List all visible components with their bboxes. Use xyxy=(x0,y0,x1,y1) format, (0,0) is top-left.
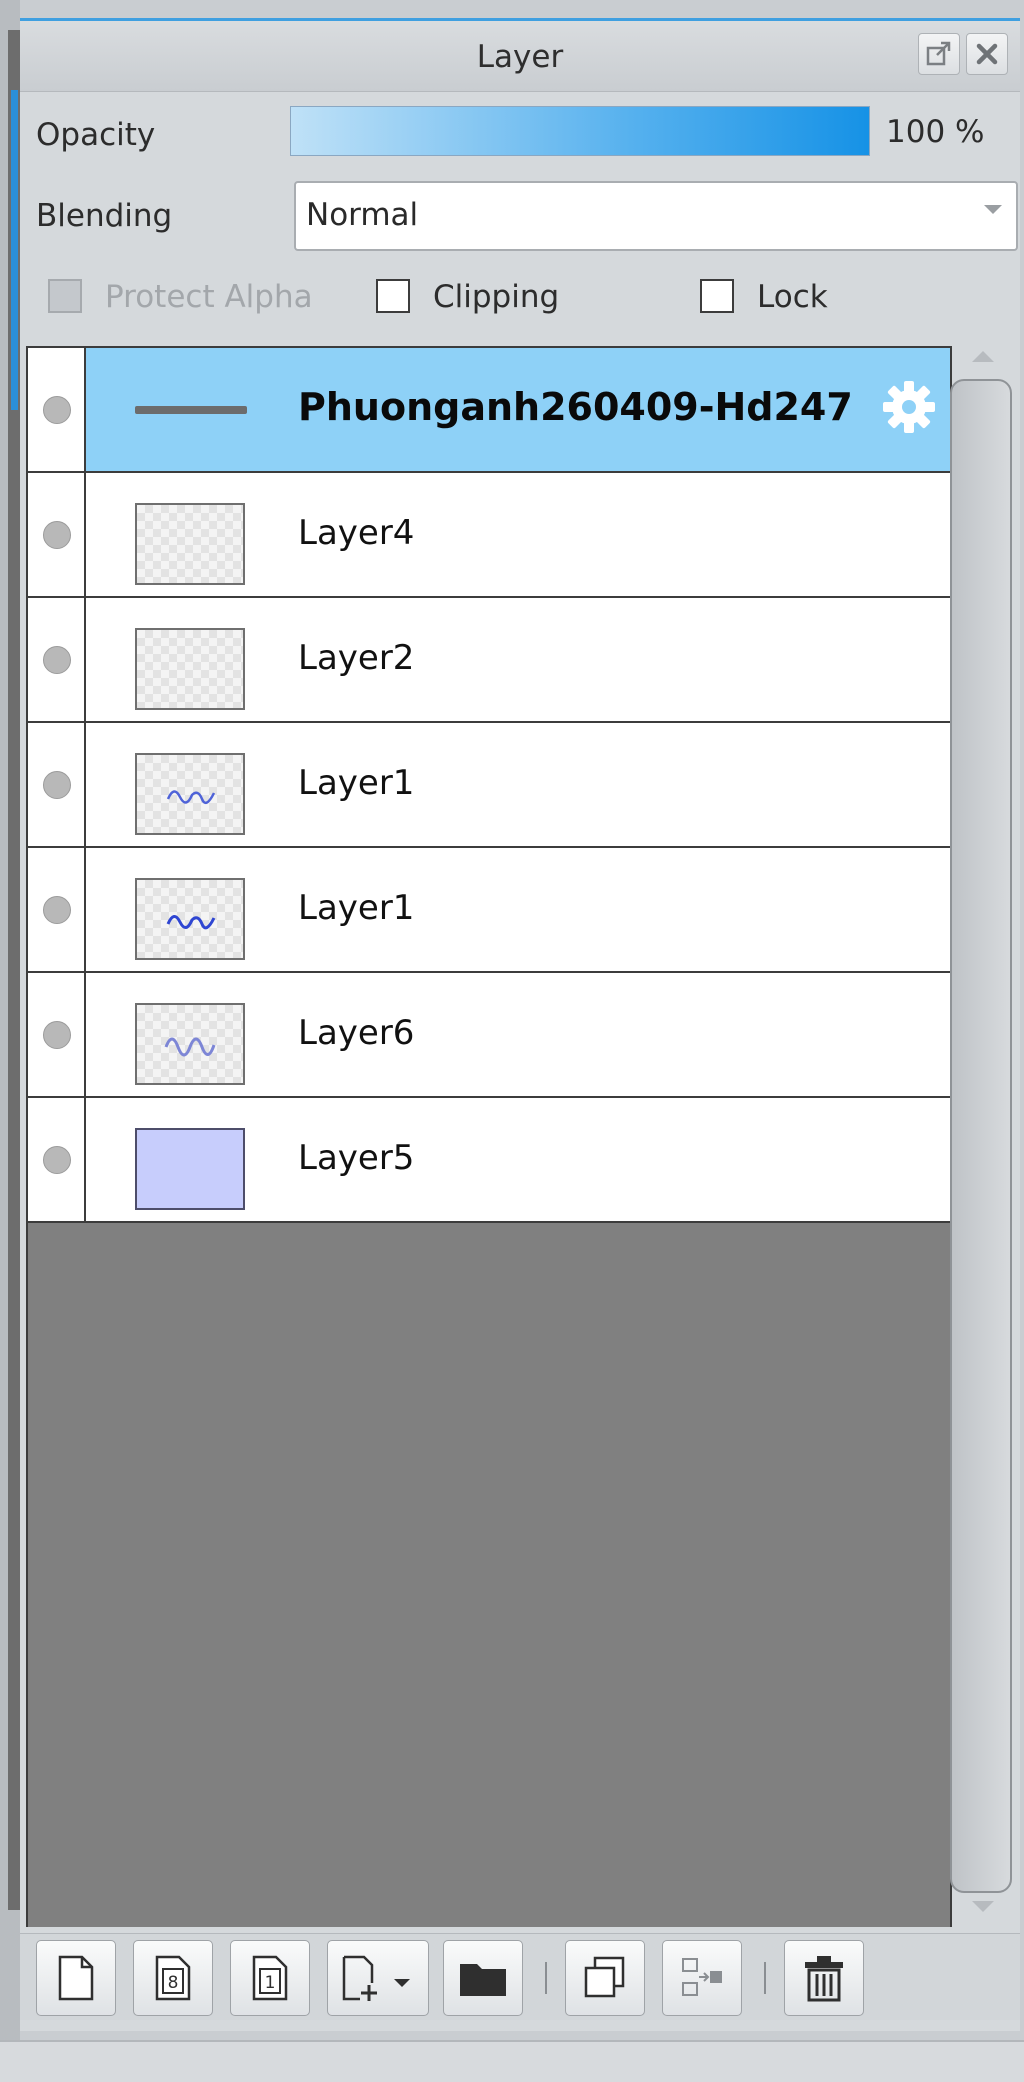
visibility-dot-icon xyxy=(43,1146,71,1174)
layer-name: Layer6 xyxy=(298,1013,415,1053)
new-8bit-layer-icon: 8 xyxy=(155,1955,191,2001)
delete-layer-button[interactable] xyxy=(784,1940,864,2016)
wave-thumbnail-icon xyxy=(164,1037,216,1057)
visibility-dot-icon xyxy=(43,396,71,424)
visibility-toggle[interactable] xyxy=(28,723,86,846)
close-button[interactable] xyxy=(966,33,1008,75)
layer-name: Phuonganh260409-Hd247 xyxy=(298,385,853,429)
layer-row[interactable]: Layer6 xyxy=(28,971,950,1096)
lock-checkbox[interactable] xyxy=(700,279,734,313)
blending-select[interactable]: Normal xyxy=(294,181,1018,251)
layer-name: Layer4 xyxy=(298,513,415,553)
layer-row-selected[interactable]: Phuonganh260409-Hd247 xyxy=(28,346,950,471)
new-1bit-layer-button[interactable]: 1 xyxy=(230,1940,310,2016)
opacity-value: 100 % xyxy=(886,114,985,150)
clipping-checkbox[interactable] xyxy=(376,279,410,313)
layer-row[interactable]: Layer1 xyxy=(28,846,950,971)
visibility-toggle[interactable] xyxy=(28,598,86,721)
svg-text:8: 8 xyxy=(168,1973,179,1993)
visibility-toggle[interactable] xyxy=(28,1098,86,1221)
visibility-dot-icon xyxy=(43,1021,71,1049)
add-layer-dropdown-icon xyxy=(342,1955,410,2001)
scroll-up-arrow[interactable] xyxy=(972,351,994,362)
layer-panel: Layer Opacity 100 % Blending Normal Prot… xyxy=(20,18,1020,2031)
chevron-down-icon xyxy=(984,205,1002,214)
left-dock-accent xyxy=(11,90,18,410)
layer-row[interactable]: Layer5 xyxy=(28,1096,950,1223)
toolbar-separator xyxy=(545,1962,547,1994)
opacity-slider-fill xyxy=(291,107,869,155)
protect-alpha-label: Protect Alpha xyxy=(105,279,313,315)
blending-value: Normal xyxy=(306,197,419,233)
visibility-toggle[interactable] xyxy=(28,973,86,1096)
svg-text:1: 1 xyxy=(265,1973,276,1993)
protect-alpha-checkbox[interactable] xyxy=(48,279,82,313)
folder-thumbnail xyxy=(135,406,247,414)
trash-icon xyxy=(805,1956,843,2002)
toolbar-separator xyxy=(764,1962,766,1994)
duplicate-layer-icon xyxy=(584,1956,625,1998)
visibility-dot-icon xyxy=(43,896,71,924)
visibility-dot-icon xyxy=(43,521,71,549)
undock-button[interactable] xyxy=(918,33,960,75)
layer-thumbnail xyxy=(135,753,245,835)
layer-thumbnail xyxy=(135,503,245,585)
new-8bit-layer-button[interactable]: 8 xyxy=(133,1940,213,2016)
layer-thumbnail xyxy=(135,1128,245,1210)
lock-label: Lock xyxy=(757,279,828,315)
layer-thumbnail xyxy=(135,628,245,710)
visibility-dot-icon xyxy=(43,646,71,674)
layer-toolbar: 8 1 xyxy=(20,1933,1020,2020)
scroll-down-arrow[interactable] xyxy=(972,1901,994,1912)
new-layer-icon xyxy=(58,1955,94,2001)
add-layer-dropdown-button[interactable] xyxy=(327,1940,429,2016)
layer-row[interactable]: Layer4 xyxy=(28,471,950,596)
new-folder-button[interactable] xyxy=(443,1940,523,2016)
layer-list: Phuonganh260409-Hd247 Layer4 Layer2 Laye… xyxy=(26,346,952,1927)
close-icon xyxy=(976,43,998,65)
layer-thumbnail xyxy=(135,878,245,960)
blending-label: Blending xyxy=(36,198,173,234)
layer-name: Layer2 xyxy=(298,638,415,678)
folder-icon xyxy=(460,1964,506,1996)
visibility-toggle[interactable] xyxy=(28,848,86,971)
visibility-dot-icon xyxy=(43,771,71,799)
new-1bit-layer-icon: 1 xyxy=(252,1955,288,2001)
panel-titlebar: Layer xyxy=(20,21,1020,92)
new-layer-button[interactable] xyxy=(36,1940,116,2016)
gear-icon[interactable] xyxy=(880,378,938,436)
scrollbar-thumb[interactable] xyxy=(950,379,1012,1893)
layer-name: Layer5 xyxy=(298,1138,415,1178)
layer-name: Layer1 xyxy=(298,888,415,928)
layer-row[interactable]: Layer2 xyxy=(28,596,950,721)
scribble-thumbnail-icon xyxy=(166,790,216,805)
status-strip xyxy=(0,2040,1024,2082)
layer-thumbnail xyxy=(135,1003,245,1085)
clipping-label: Clipping xyxy=(433,279,560,315)
layer-row[interactable]: Layer1 xyxy=(28,721,950,846)
opacity-label: Opacity xyxy=(36,117,156,153)
duplicate-layer-button[interactable] xyxy=(565,1940,645,2016)
visibility-toggle[interactable] xyxy=(28,473,86,596)
undock-icon xyxy=(926,41,951,66)
visibility-toggle[interactable] xyxy=(28,348,86,471)
layer-name: Layer1 xyxy=(298,763,415,803)
opacity-slider[interactable] xyxy=(290,106,870,156)
merge-down-icon xyxy=(682,1958,722,1996)
panel-title: Layer xyxy=(476,39,564,75)
scribble-thumbnail-icon xyxy=(166,915,216,930)
merge-down-button[interactable] xyxy=(662,1940,742,2016)
